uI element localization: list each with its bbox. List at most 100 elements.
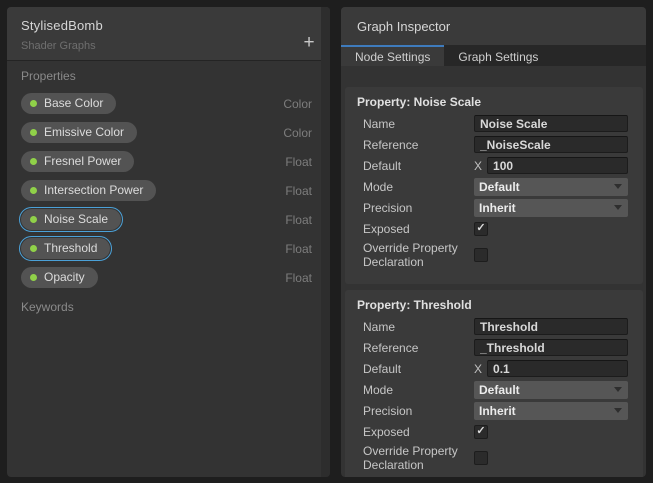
mode-dropdown[interactable]: Default bbox=[474, 177, 628, 196]
exposed-checkbox[interactable] bbox=[474, 221, 488, 236]
property-type-label: Float bbox=[285, 183, 312, 198]
tab-graph-settings[interactable]: Graph Settings bbox=[444, 45, 552, 66]
field-row-default: Default X bbox=[352, 155, 636, 176]
property-pill-label: Base Color bbox=[44, 96, 104, 110]
reference-input[interactable] bbox=[474, 136, 628, 153]
tab-node-settings[interactable]: Node Settings bbox=[341, 45, 445, 66]
default-value-input[interactable] bbox=[487, 360, 628, 377]
field-row-name: Name bbox=[352, 113, 636, 134]
field-row-mode: Mode Default bbox=[352, 379, 636, 400]
property-dot-icon bbox=[30, 99, 37, 107]
inspector-tab-bar: Node Settings Graph Settings bbox=[341, 45, 646, 66]
field-label: Reference bbox=[363, 340, 419, 355]
property-pill-label: Intersection Power bbox=[44, 183, 144, 197]
name-input[interactable] bbox=[474, 115, 628, 132]
field-row-reference: Reference bbox=[352, 337, 636, 358]
property-type-label: Float bbox=[285, 154, 312, 169]
field-label: Override Property Declaration bbox=[363, 241, 458, 269]
property-dot-icon bbox=[30, 244, 37, 252]
property-pill-fresnel-power[interactable]: Fresnel Power bbox=[21, 151, 135, 172]
property-dot-icon bbox=[30, 215, 37, 223]
override-declaration-checkbox[interactable] bbox=[474, 451, 488, 465]
dropdown-value: Default bbox=[479, 179, 520, 194]
property-row: Noise Scale Float bbox=[7, 205, 330, 234]
x-axis-drag-label[interactable]: X bbox=[474, 159, 482, 173]
blackboard-header: StylisedBomb Shader Graphs + bbox=[7, 7, 330, 61]
field-row-reference: Reference bbox=[352, 134, 636, 155]
section-title: Property: Noise Scale bbox=[357, 95, 482, 109]
tab-label: Node Settings bbox=[355, 49, 431, 64]
chevron-down-icon bbox=[614, 205, 622, 210]
graph-inspector-header: Graph Inspector bbox=[341, 7, 646, 45]
property-dot-icon bbox=[30, 186, 37, 194]
property-pill-noise-scale[interactable]: Noise Scale bbox=[18, 206, 124, 233]
field-label: Reference bbox=[363, 137, 419, 152]
mode-dropdown[interactable]: Default bbox=[474, 380, 628, 399]
property-type-label: Color bbox=[283, 125, 312, 140]
property-pill-threshold[interactable]: Threshold bbox=[18, 235, 113, 262]
field-label: Exposed bbox=[363, 424, 410, 439]
precision-dropdown[interactable]: Inherit bbox=[474, 401, 628, 420]
property-row: Fresnel Power Float bbox=[7, 147, 330, 176]
property-section-threshold: Property: Threshold Name Reference Defau… bbox=[345, 290, 643, 477]
property-dot-icon bbox=[30, 273, 37, 281]
field-label: Default bbox=[363, 158, 402, 173]
field-row-mode: Mode Default bbox=[352, 176, 636, 197]
exposed-checkbox[interactable] bbox=[474, 424, 488, 439]
reference-input[interactable] bbox=[474, 339, 628, 356]
keywords-section-label: Keywords bbox=[21, 300, 74, 314]
property-row: Threshold Float bbox=[7, 234, 330, 263]
property-type-label: Float bbox=[285, 212, 312, 227]
property-pill-base-color[interactable]: Base Color bbox=[21, 93, 117, 114]
property-pill-label: Emissive Color bbox=[44, 125, 125, 139]
property-type-label: Float bbox=[285, 270, 312, 285]
field-row-override: Override Property Declaration bbox=[352, 442, 636, 474]
field-label: Override Property Declaration bbox=[363, 444, 458, 472]
property-type-label: Color bbox=[283, 96, 312, 111]
field-row-exposed: Exposed bbox=[352, 421, 636, 442]
field-label: Mode bbox=[363, 179, 394, 194]
field-label: Precision bbox=[363, 200, 413, 215]
blackboard-scrollbar[interactable] bbox=[321, 7, 330, 477]
shader-graph-title: StylisedBomb bbox=[21, 18, 103, 33]
field-row-precision: Precision Inherit bbox=[352, 197, 636, 218]
property-dot-icon bbox=[30, 128, 37, 136]
property-row: Intersection Power Float bbox=[7, 176, 330, 205]
field-label: Exposed bbox=[363, 221, 410, 236]
override-declaration-checkbox[interactable] bbox=[474, 248, 488, 262]
property-pill-label: Opacity bbox=[44, 270, 85, 284]
dropdown-value: Inherit bbox=[479, 200, 516, 215]
field-label: Default bbox=[363, 361, 402, 376]
property-pill-intersection-power[interactable]: Intersection Power bbox=[21, 180, 157, 201]
inspector-content: Property: Noise Scale Name Reference Def… bbox=[341, 66, 646, 477]
property-row: Opacity Float bbox=[7, 263, 330, 292]
property-section-noise-scale: Property: Noise Scale Name Reference Def… bbox=[345, 87, 643, 284]
precision-dropdown[interactable]: Inherit bbox=[474, 198, 628, 217]
field-label: Precision bbox=[363, 403, 413, 418]
field-label: Name bbox=[363, 116, 396, 131]
field-row-exposed: Exposed bbox=[352, 218, 636, 239]
property-pill-label: Fresnel Power bbox=[44, 154, 122, 168]
tab-label: Graph Settings bbox=[458, 49, 539, 64]
property-row: Emissive Color Color bbox=[7, 118, 330, 147]
graph-inspector-panel: Graph Inspector Node Settings Graph Sett… bbox=[341, 7, 646, 477]
graph-inspector-title: Graph Inspector bbox=[357, 18, 451, 34]
dropdown-value: Inherit bbox=[479, 403, 516, 418]
chevron-down-icon bbox=[614, 184, 622, 189]
chevron-down-icon bbox=[614, 408, 622, 413]
shader-graph-subtitle: Shader Graphs bbox=[21, 40, 96, 52]
property-pill-opacity[interactable]: Opacity bbox=[21, 267, 98, 288]
field-label: Name bbox=[363, 319, 396, 334]
property-pill-label: Threshold bbox=[44, 241, 98, 255]
field-row-name: Name bbox=[352, 316, 636, 337]
property-pill-label: Noise Scale bbox=[44, 212, 109, 226]
property-pill-emissive-color[interactable]: Emissive Color bbox=[21, 122, 138, 143]
chevron-down-icon bbox=[614, 387, 622, 392]
name-input[interactable] bbox=[474, 318, 628, 335]
property-row: Base Color Color bbox=[7, 89, 330, 118]
property-dot-icon bbox=[30, 157, 37, 165]
add-property-button[interactable]: + bbox=[298, 32, 320, 54]
default-value-input[interactable] bbox=[487, 157, 628, 174]
x-axis-drag-label[interactable]: X bbox=[474, 362, 482, 376]
properties-section-label: Properties bbox=[21, 69, 76, 83]
